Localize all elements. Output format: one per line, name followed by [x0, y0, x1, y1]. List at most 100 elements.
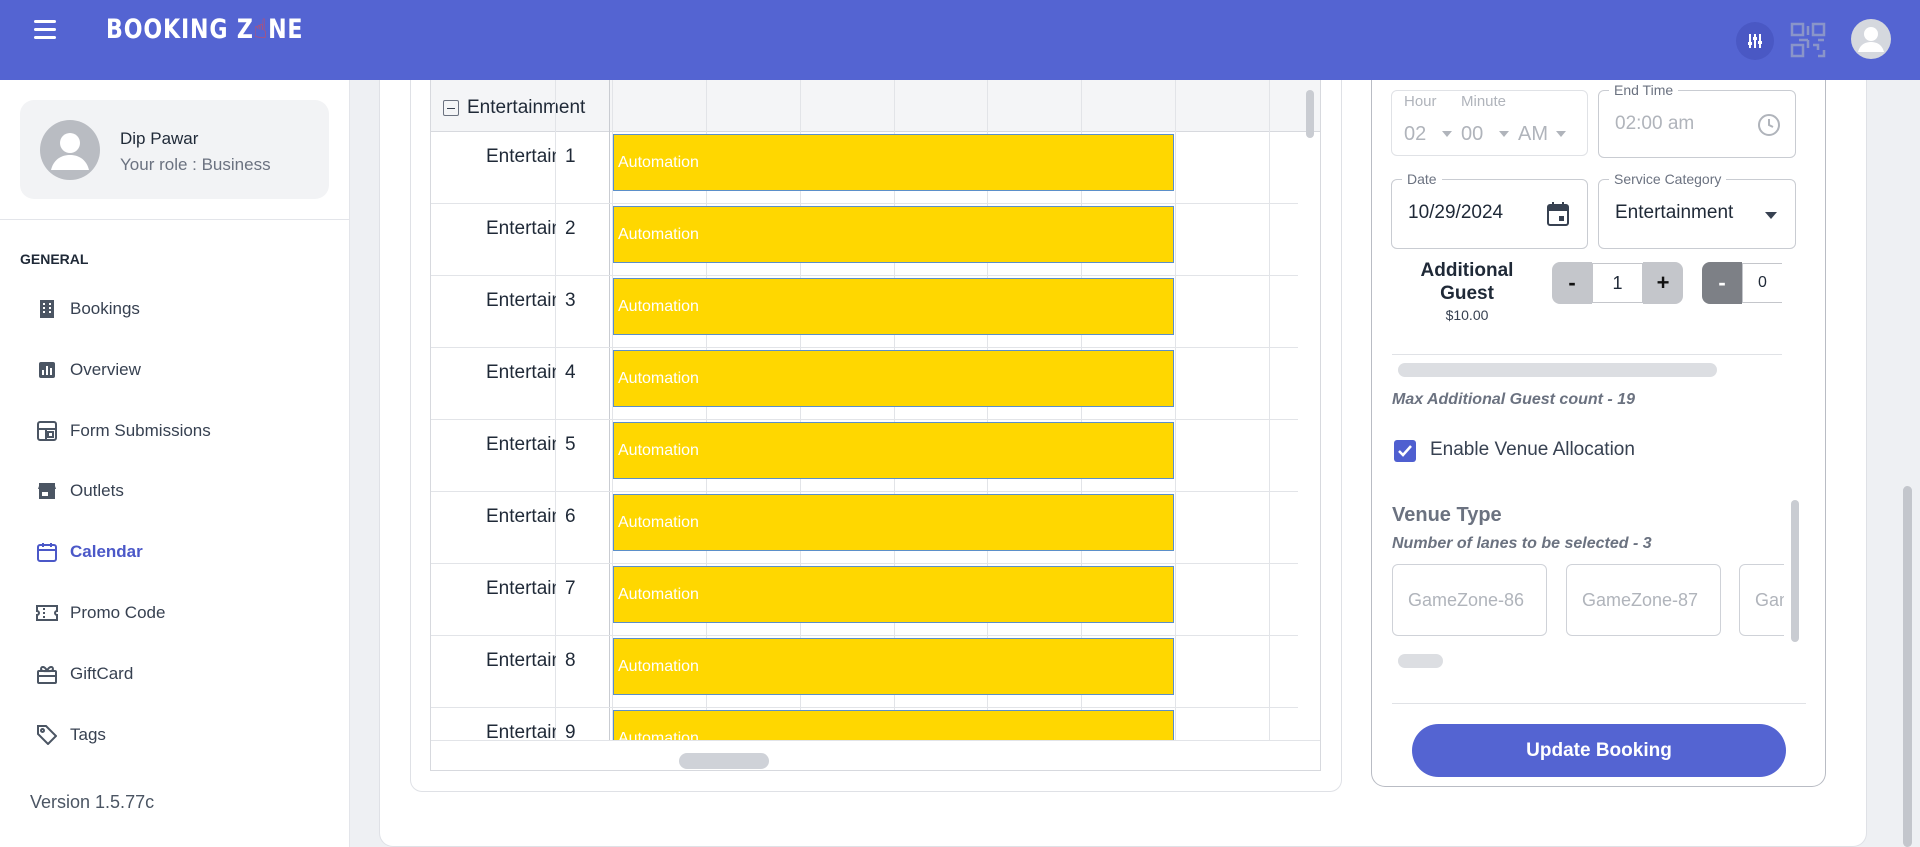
sidebar-item-label: Bookings: [70, 299, 140, 318]
hamburger-menu-icon[interactable]: [34, 20, 56, 39]
ticket-icon: [36, 602, 58, 624]
ampm-select[interactable]: AM: [1518, 123, 1548, 146]
avatar: [40, 120, 100, 180]
user-role: Your role : Business: [120, 155, 271, 174]
hour-label: Hour: [1404, 93, 1437, 110]
row-number: 6: [565, 506, 576, 527]
additional-guest-price: $10.00: [1445, 307, 1489, 323]
logo-text-start: BOOKING Z: [106, 14, 254, 45]
second-count-input[interactable]: 0: [1742, 263, 1782, 303]
horizontal-scrollbar[interactable]: [679, 753, 769, 769]
end-time-field[interactable]: End Time 02:00 am: [1598, 82, 1796, 158]
filter-settings-button[interactable]: [1736, 22, 1774, 60]
user-profile-card[interactable]: Dip Pawar Your role : Business: [20, 100, 329, 199]
additional-guest-block: Additional Guest $10.00: [1391, 259, 1543, 323]
sidebar: Dip Pawar Your role : Business GENERAL B…: [0, 80, 350, 847]
sidebar-item-label: Form Submissions: [70, 421, 211, 440]
start-time-picker[interactable]: Hour Minute 02 00 AM: [1391, 90, 1588, 156]
booking-zone-logo[interactable]: BOOKING Z☝NE: [106, 14, 303, 45]
sidebar-item-label: GiftCard: [70, 664, 134, 683]
sidebar-item-calendar[interactable]: Calendar: [36, 537, 143, 567]
ampm-dropdown-icon[interactable]: [1556, 131, 1566, 137]
booking-event-bar[interactable]: Automation: [613, 350, 1174, 407]
tag-icon: [36, 724, 58, 746]
booking-event-bar[interactable]: Automation: [613, 422, 1174, 479]
lane-option[interactable]: GameZone-87: [1566, 564, 1721, 636]
row-category: Entertainment: [486, 218, 556, 239]
vertical-scrollbar[interactable]: [1306, 90, 1314, 138]
user-avatar-icon: [51, 133, 89, 170]
guest-count-input[interactable]: 1: [1592, 263, 1643, 303]
row-number: 4: [565, 362, 576, 383]
user-name: Dip Pawar: [120, 129, 199, 148]
venue-type-title: Venue Type: [1392, 504, 1502, 526]
sidebar-item-label: Promo Code: [70, 603, 166, 622]
horizontal-scroll-area: [431, 740, 1320, 770]
building-icon: [36, 298, 58, 320]
booking-event-bar[interactable]: Automation: [613, 278, 1174, 335]
venue-vertical-scrollbar[interactable]: [1791, 500, 1799, 642]
end-time-label: End Time: [1609, 82, 1679, 98]
row-category: Entertainment: [486, 290, 556, 311]
date-field[interactable]: Date 10/29/2024: [1391, 171, 1588, 249]
lane-option[interactable]: GameZone-88: [1739, 564, 1784, 636]
section-label-general: GENERAL: [20, 251, 89, 267]
collapse-icon[interactable]: [443, 100, 459, 116]
scheduler-grid: Entertainment Entertainment 1 Automation…: [430, 80, 1321, 771]
table-row: Entertainment 1 Automation: [431, 132, 1298, 204]
row-number: 1: [565, 146, 576, 167]
sidebar-item-overview[interactable]: Overview: [36, 355, 141, 385]
table-row: Entertainment 8 Automation: [431, 636, 1298, 708]
group-header-entertainment[interactable]: Entertainment: [443, 97, 585, 119]
divider: [1392, 354, 1782, 355]
sidebar-item-promo-code[interactable]: Promo Code: [36, 598, 165, 628]
additional-guest-title: Additional Guest: [1420, 260, 1514, 304]
bar-chart-icon: [36, 359, 58, 381]
lane-horizontal-scrollbar[interactable]: [1398, 654, 1443, 668]
update-booking-button[interactable]: Update Booking: [1412, 724, 1786, 777]
row-number: 3: [565, 290, 576, 311]
qr-scan-icon[interactable]: [1790, 22, 1826, 58]
service-category-label: Service Category: [1609, 171, 1727, 187]
sidebar-item-giftcard[interactable]: GiftCard: [36, 659, 133, 689]
sidebar-item-label: Tags: [70, 725, 106, 744]
user-avatar-button[interactable]: [1851, 19, 1891, 59]
service-category-select[interactable]: Service Category Entertainment: [1598, 171, 1796, 249]
booking-event-bar[interactable]: Automation: [613, 134, 1174, 191]
pointer-hand-icon: ☝: [253, 14, 269, 45]
date-value: 10/29/2024: [1408, 202, 1504, 223]
venue-allocation-label[interactable]: Enable Venue Allocation: [1430, 439, 1635, 461]
sidebar-item-bookings[interactable]: Bookings: [36, 294, 140, 324]
booking-event-bar[interactable]: Automation: [613, 638, 1174, 695]
row-category: Entertainment: [486, 578, 556, 599]
top-navbar: BOOKING Z☝NE: [0, 0, 1920, 80]
booking-event-bar[interactable]: Automation: [613, 566, 1174, 623]
chevron-down-icon[interactable]: [1765, 212, 1777, 219]
calendar-picker-icon[interactable]: [1547, 202, 1569, 231]
row-category: Entertainment: [486, 506, 556, 527]
guest-increment-button[interactable]: +: [1643, 262, 1683, 304]
guest-row-scrollbar[interactable]: [1398, 363, 1717, 377]
table-row: Entertainment 7 Automation: [431, 564, 1298, 636]
date-label: Date: [1402, 171, 1442, 187]
guest-decrement-button[interactable]: -: [1552, 262, 1592, 304]
sidebar-item-outlets[interactable]: Outlets: [36, 476, 124, 506]
service-category-value: Entertainment: [1615, 202, 1734, 223]
lanes-note: Number of lanes to be selected - 3: [1392, 535, 1652, 552]
page-scrollbar[interactable]: [1903, 486, 1912, 847]
form-icon: [36, 420, 58, 442]
second-decrement-button[interactable]: -: [1702, 262, 1742, 304]
minute-dropdown-icon[interactable]: [1499, 131, 1509, 137]
minute-select[interactable]: 00: [1461, 123, 1483, 146]
booking-event-bar[interactable]: Automation: [613, 494, 1174, 551]
sidebar-item-form-submissions[interactable]: Form Submissions: [36, 416, 211, 446]
venue-allocation-checkbox[interactable]: [1394, 440, 1416, 462]
clock-icon[interactable]: [1757, 113, 1781, 142]
hour-dropdown-icon[interactable]: [1442, 131, 1452, 137]
row-category: Entertainment: [486, 146, 556, 167]
hour-select[interactable]: 02: [1404, 123, 1426, 146]
sidebar-item-tags[interactable]: Tags: [36, 720, 106, 750]
booking-event-bar[interactable]: Automation: [613, 206, 1174, 263]
table-row: Entertainment 6 Automation: [431, 492, 1298, 564]
lane-option[interactable]: GameZone-86: [1392, 564, 1547, 636]
